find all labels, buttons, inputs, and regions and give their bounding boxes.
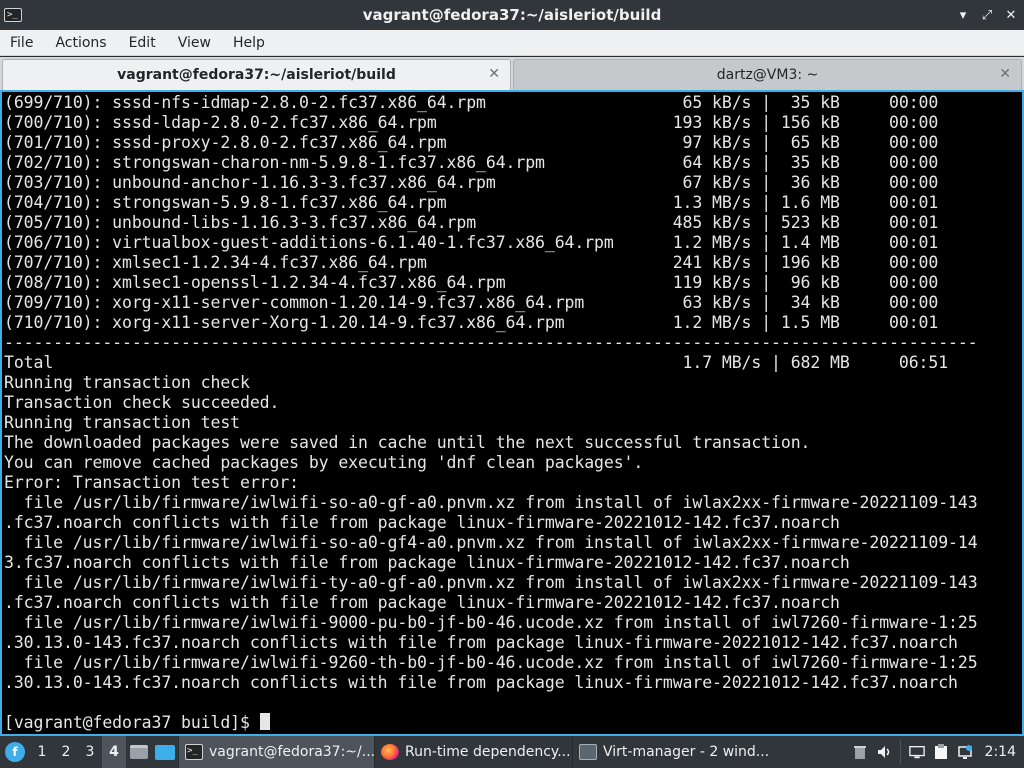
taskbar: f 1 2 3 4 >_ vagrant@fedora37:~/... Run-… (0, 736, 1024, 768)
desktop-4-button[interactable]: 4 (102, 736, 126, 768)
terminal-line: (707/710): xmlsec1-1.2.34-4.fc37.x86_64.… (4, 253, 939, 272)
menu-view[interactable]: View (172, 35, 217, 51)
terminal-line: Transaction check succeeded. (4, 393, 280, 412)
terminal-line: .fc37.noarch conflicts with file from pa… (4, 593, 840, 612)
clipboard-icon[interactable] (933, 744, 949, 760)
terminal-line: file /usr/lib/firmware/iwlwifi-ty-a0-gf-… (4, 573, 978, 592)
menu-edit[interactable]: Edit (123, 35, 162, 51)
desktop-2-button[interactable]: 2 (54, 736, 78, 768)
application-launcher[interactable]: f (0, 736, 30, 768)
terminal-line: (700/710): sssd-ldap-2.8.0-2.fc37.x86_64… (4, 113, 939, 132)
terminal-line: .fc37.noarch conflicts with file from pa… (4, 513, 840, 532)
minimize-button[interactable]: ▾ (956, 8, 970, 23)
terminal-line: (709/710): xorg-x11-server-common-1.20.1… (4, 293, 939, 312)
terminal-line: Running transaction test (4, 413, 241, 432)
terminal-line: (705/710): unbound-libs-1.16.3-3.fc37.x8… (4, 213, 939, 232)
desktop-1-button[interactable]: 1 (30, 736, 54, 768)
display-icon[interactable] (908, 744, 925, 760)
terminal-app-icon[interactable]: >_ (4, 8, 22, 22)
terminal-icon: >_ (185, 744, 203, 760)
firefox-icon (381, 744, 399, 760)
task-label: Run-time dependency... (405, 744, 571, 760)
close-button[interactable]: ✕ (1004, 8, 1018, 23)
terminal-prompt-line[interactable]: [vagrant@fedora37 build]$ (4, 713, 1022, 733)
terminal-line: Error: Transaction test error: (4, 473, 300, 492)
task-terminal[interactable]: >_ vagrant@fedora37:~/... (178, 736, 374, 768)
tab-close-icon[interactable]: ✕ (999, 66, 1011, 82)
terminal-line: .30.13.0-143.fc37.noarch conflicts with … (4, 633, 958, 652)
trash-icon[interactable] (852, 744, 868, 760)
menu-actions[interactable]: Actions (49, 35, 112, 51)
terminal-line: (706/710): virtualbox-guest-additions-6.… (4, 233, 939, 252)
window-controls: ▾ ⤢ ✕ (956, 0, 1018, 30)
terminal-line: (699/710): sssd-nfs-idmap-2.8.0-2.fc37.x… (4, 93, 939, 112)
terminal-line: file /usr/lib/firmware/iwlwifi-so-a0-gf4… (4, 533, 978, 552)
network-icon[interactable] (957, 744, 973, 760)
window-title: vagrant@fedora37:~/aisleriot/build (362, 6, 662, 24)
terminal-view[interactable]: (699/710): sssd-nfs-idmap-2.8.0-2.fc37.x… (0, 90, 1024, 736)
task-virt-manager[interactable]: Virt-manager - 2 wind... (572, 736, 772, 768)
terminal-line: .30.13.0-143.fc37.noarch conflicts with … (4, 673, 958, 692)
terminal-line: (704/710): strongswan-5.9.8-1.fc37.x86_6… (4, 193, 939, 212)
system-tray: 2:14 (852, 736, 1024, 768)
window-titlebar[interactable]: >_ vagrant@fedora37:~/aisleriot/build ▾ … (0, 0, 1024, 30)
terminal-line: (703/710): unbound-anchor-1.16.3-3.fc37.… (4, 173, 939, 192)
tab-dartz-vm3[interactable]: dartz@VM3: ~ ✕ (513, 59, 1022, 90)
terminal-line: (708/710): xmlsec1-openssl-1.2.34-4.fc37… (4, 273, 939, 292)
task-label: Virt-manager - 2 wind... (603, 744, 770, 760)
tab-vagrant-fedora37[interactable]: vagrant@fedora37:~/aisleriot/build ✕ (2, 59, 511, 90)
text-cursor (259, 713, 270, 730)
terminal-line: The downloaded packages were saved in ca… (4, 433, 811, 452)
terminal-line: Running transaction check (4, 373, 250, 392)
terminal-line: (710/710): xorg-x11-server-Xorg-1.20.14-… (4, 313, 939, 332)
tab-bar: vagrant@fedora37:~/aisleriot/build ✕ dar… (0, 57, 1024, 90)
terminal-line: (701/710): sssd-proxy-2.8.0-2.fc37.x86_6… (4, 133, 939, 152)
terminal-output: (699/710): sssd-nfs-idmap-2.8.0-2.fc37.x… (2, 92, 1022, 733)
terminal-line: file /usr/lib/firmware/iwlwifi-9000-pu-b… (4, 613, 978, 632)
terminal-line: You can remove cached packages by execut… (4, 453, 644, 472)
shell-prompt: [vagrant@fedora37 build]$ (4, 713, 260, 732)
terminal-line: file /usr/lib/firmware/iwlwifi-9260-th-b… (4, 653, 978, 672)
volume-icon[interactable] (876, 744, 892, 760)
tab-close-icon[interactable]: ✕ (488, 66, 500, 82)
menu-help[interactable]: Help (227, 35, 271, 51)
tab-label: dartz@VM3: ~ (716, 67, 819, 83)
terminal-line: file /usr/lib/firmware/iwlwifi-so-a0-gf-… (4, 493, 978, 512)
folder-icon (130, 745, 148, 759)
menu-bar: File Actions Edit View Help (0, 30, 1024, 56)
desktop-3-button[interactable]: 3 (78, 736, 102, 768)
file-manager-launcher[interactable] (126, 736, 152, 768)
terminal-line: 3.fc37.noarch conflicts with file from p… (4, 553, 850, 572)
menu-file[interactable]: File (4, 35, 39, 51)
terminal-line: Total 1.7 MB/s | 682 MB 06:51 (4, 353, 949, 372)
virt-manager-icon (579, 744, 597, 760)
tab-label: vagrant@fedora37:~/aisleriot/build (117, 67, 396, 83)
desktop-icon (155, 744, 175, 760)
maximize-button[interactable]: ⤢ (980, 8, 994, 23)
task-label: vagrant@fedora37:~/... (209, 744, 374, 760)
clock[interactable]: 2:14 (985, 744, 1016, 760)
tray-separator (899, 740, 901, 764)
terminal-line: ----------------------------------------… (4, 333, 978, 352)
terminal-line: (702/710): strongswan-charon-nm-5.9.8-1.… (4, 153, 939, 172)
fedora-logo-icon: f (5, 742, 25, 762)
show-desktop-button[interactable] (152, 736, 178, 768)
task-firefox[interactable]: Run-time dependency... (374, 736, 572, 768)
